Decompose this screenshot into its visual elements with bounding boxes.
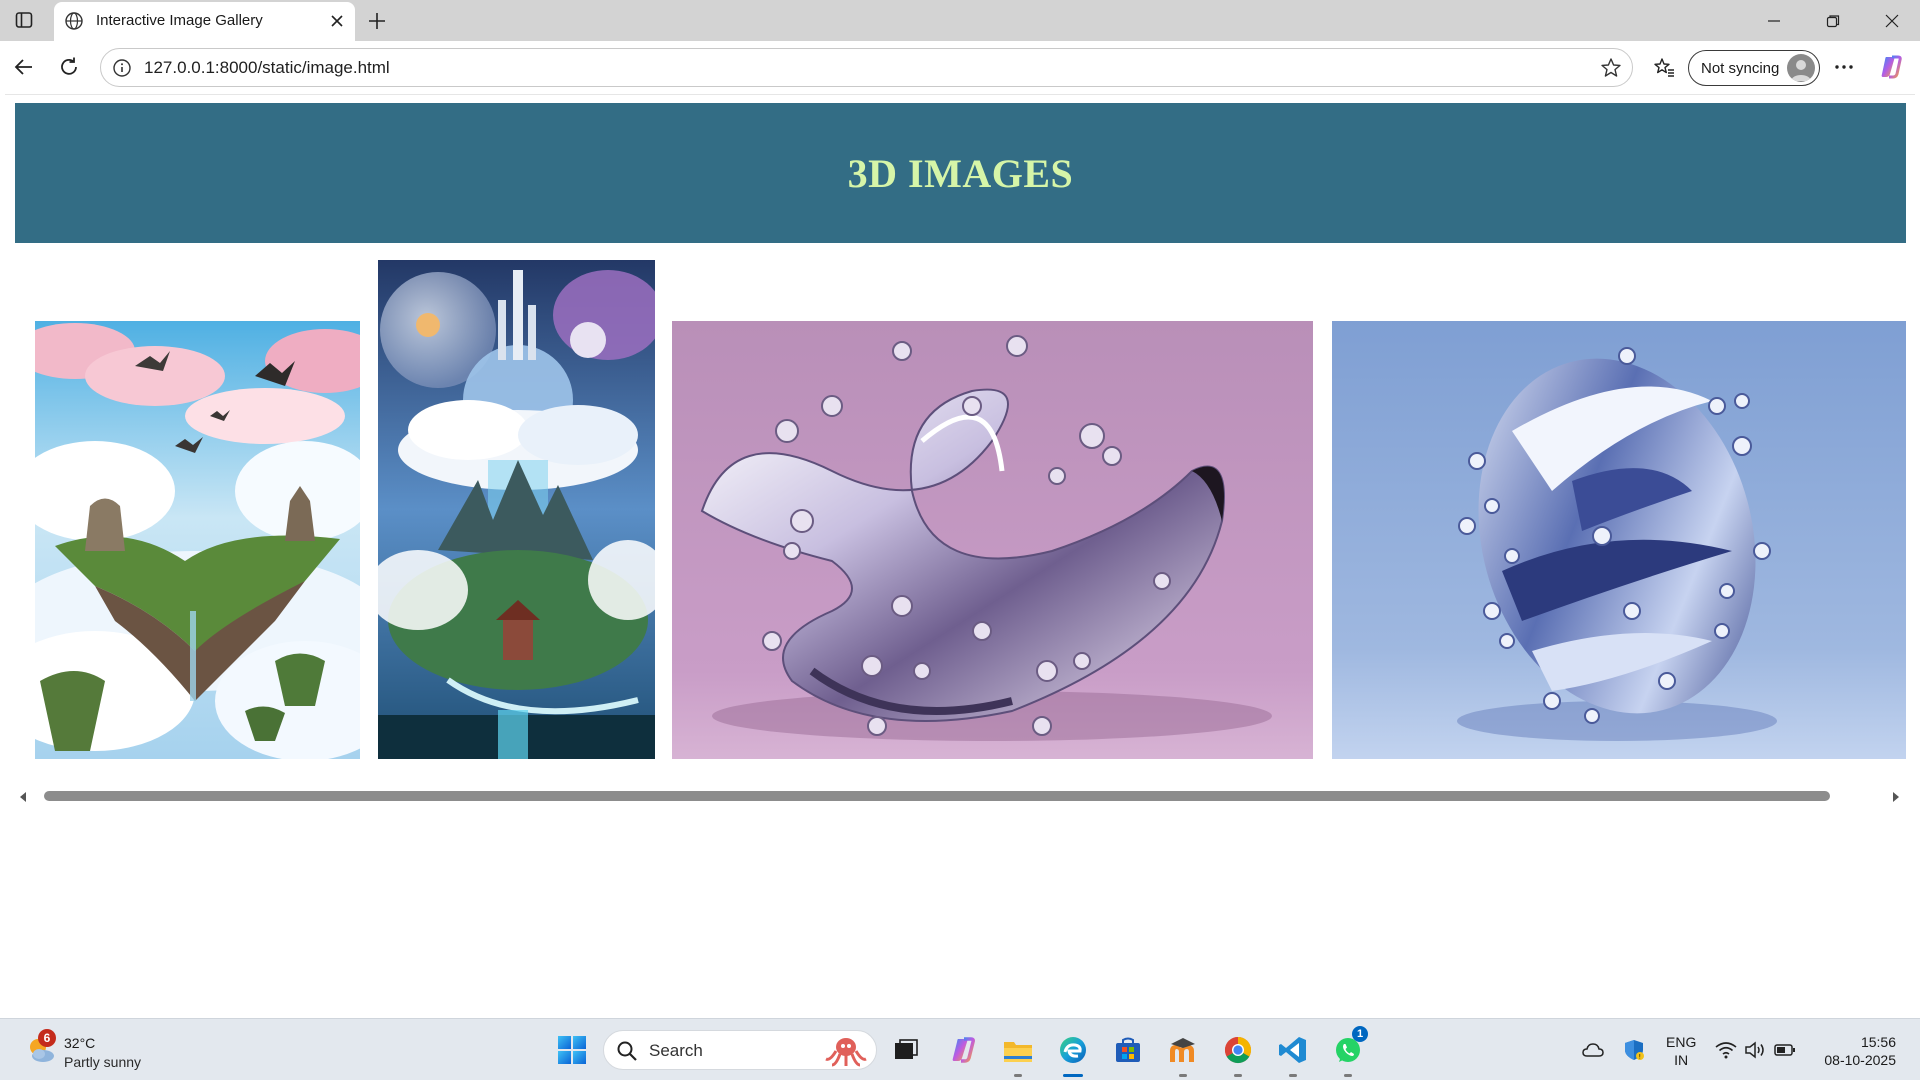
weather-alert-badge: 6 [38, 1029, 56, 1047]
system-clock[interactable]: 15:56 08-10-2025 [1810, 1033, 1896, 1069]
profile-avatar-icon [1787, 54, 1815, 82]
scrollbar-thumb[interactable] [44, 791, 1830, 801]
chrome-browser-icon[interactable] [1220, 1032, 1256, 1077]
whatsapp-icon[interactable]: 1 [1330, 1026, 1368, 1077]
browser-tab-strip: Interactive Image Gallery [0, 0, 1920, 41]
windows-security-icon[interactable]: ! [1622, 1038, 1646, 1062]
weather-temperature: 32°C [64, 1035, 96, 1051]
input-language-indicator[interactable]: ENG IN [1666, 1033, 1696, 1069]
globe-icon [64, 11, 84, 31]
active-indicator [1063, 1074, 1083, 1077]
search-label: Search [649, 1041, 703, 1060]
battery-icon[interactable] [1773, 1038, 1797, 1062]
refresh-icon[interactable] [55, 53, 83, 81]
clock-time: 15:56 [1860, 1034, 1896, 1050]
search-icon [616, 1040, 638, 1062]
page-title: 3D IMAGES [847, 150, 1074, 196]
start-button[interactable] [554, 1032, 590, 1068]
weather-widget[interactable]: 6 32°C Partly sunny [26, 1029, 166, 1073]
favorite-star-icon[interactable] [1600, 57, 1622, 79]
restore-icon[interactable] [1819, 8, 1847, 34]
copilot-app-icon[interactable] [945, 1032, 981, 1068]
page-viewport: 3D IMAGES [5, 94, 1915, 1016]
sky-castle-image[interactable] [378, 260, 655, 759]
scroll-right-arrow-icon[interactable] [1890, 790, 1902, 802]
running-indicator [1289, 1074, 1297, 1077]
running-indicator [1179, 1074, 1187, 1077]
volume-icon[interactable] [1743, 1038, 1767, 1062]
svg-text:!: ! [1639, 1054, 1641, 1061]
taskbar-search-box[interactable]: Search [603, 1030, 877, 1070]
vscode-icon[interactable] [1275, 1032, 1311, 1077]
language-region: IN [1674, 1052, 1689, 1068]
running-indicator [1234, 1074, 1242, 1077]
onedrive-cloud-icon[interactable] [1581, 1038, 1605, 1062]
image-gallery[interactable] [15, 260, 1906, 770]
wifi-icon[interactable] [1714, 1038, 1738, 1062]
running-indicator [1014, 1074, 1022, 1077]
minimize-icon[interactable] [1760, 8, 1788, 34]
edge-browser-icon[interactable] [1055, 1032, 1091, 1077]
page-header: 3D IMAGES [15, 103, 1906, 243]
window-close-icon[interactable] [1878, 8, 1906, 34]
sync-status-label: Not syncing [1701, 60, 1780, 77]
close-icon[interactable] [327, 11, 347, 31]
more-options-icon[interactable] [1830, 53, 1858, 81]
language-code: ENG [1666, 1034, 1697, 1050]
weather-condition: Partly sunny [64, 1054, 142, 1070]
moodle-app-icon[interactable] [1165, 1032, 1201, 1077]
favorites-icon[interactable] [1650, 53, 1678, 81]
address-bar[interactable]: 127.0.0.1:8000/static/image.html [100, 48, 1633, 87]
microsoft-store-icon[interactable] [1110, 1032, 1146, 1068]
clock-date: 08-10-2025 [1824, 1052, 1896, 1068]
task-view-icon[interactable] [888, 1032, 924, 1068]
url-text[interactable]: 127.0.0.1:8000/static/image.html [144, 58, 390, 78]
copilot-icon[interactable] [1877, 53, 1905, 81]
tab-actions-icon[interactable] [12, 8, 36, 32]
profile-sync-button[interactable]: Not syncing [1688, 50, 1820, 86]
running-indicator [1344, 1074, 1352, 1077]
file-explorer-icon[interactable] [1000, 1032, 1036, 1077]
scroll-left-arrow-icon[interactable] [17, 790, 29, 802]
browser-toolbar: 127.0.0.1:8000/static/image.html Not syn… [0, 41, 1920, 94]
chrome-ribbon-pink-image[interactable] [672, 321, 1313, 759]
site-info-icon[interactable] [112, 58, 132, 78]
whatsapp-notification-badge: 1 [1352, 1026, 1368, 1042]
floating-islands-image[interactable] [35, 321, 360, 759]
windows-taskbar: 6 32°C Partly sunny Search 1 ! ENG IN 15… [0, 1018, 1920, 1080]
tab-title: Interactive Image Gallery [96, 12, 263, 29]
back-arrow-icon[interactable] [10, 53, 38, 81]
browser-tab-active[interactable]: Interactive Image Gallery [54, 2, 355, 41]
new-tab-button[interactable] [364, 8, 390, 34]
gallery-horizontal-scrollbar[interactable] [15, 784, 1906, 808]
chrome-sculpture-blue-image[interactable] [1332, 321, 1906, 759]
search-highlight-octopus-icon [824, 1035, 868, 1067]
